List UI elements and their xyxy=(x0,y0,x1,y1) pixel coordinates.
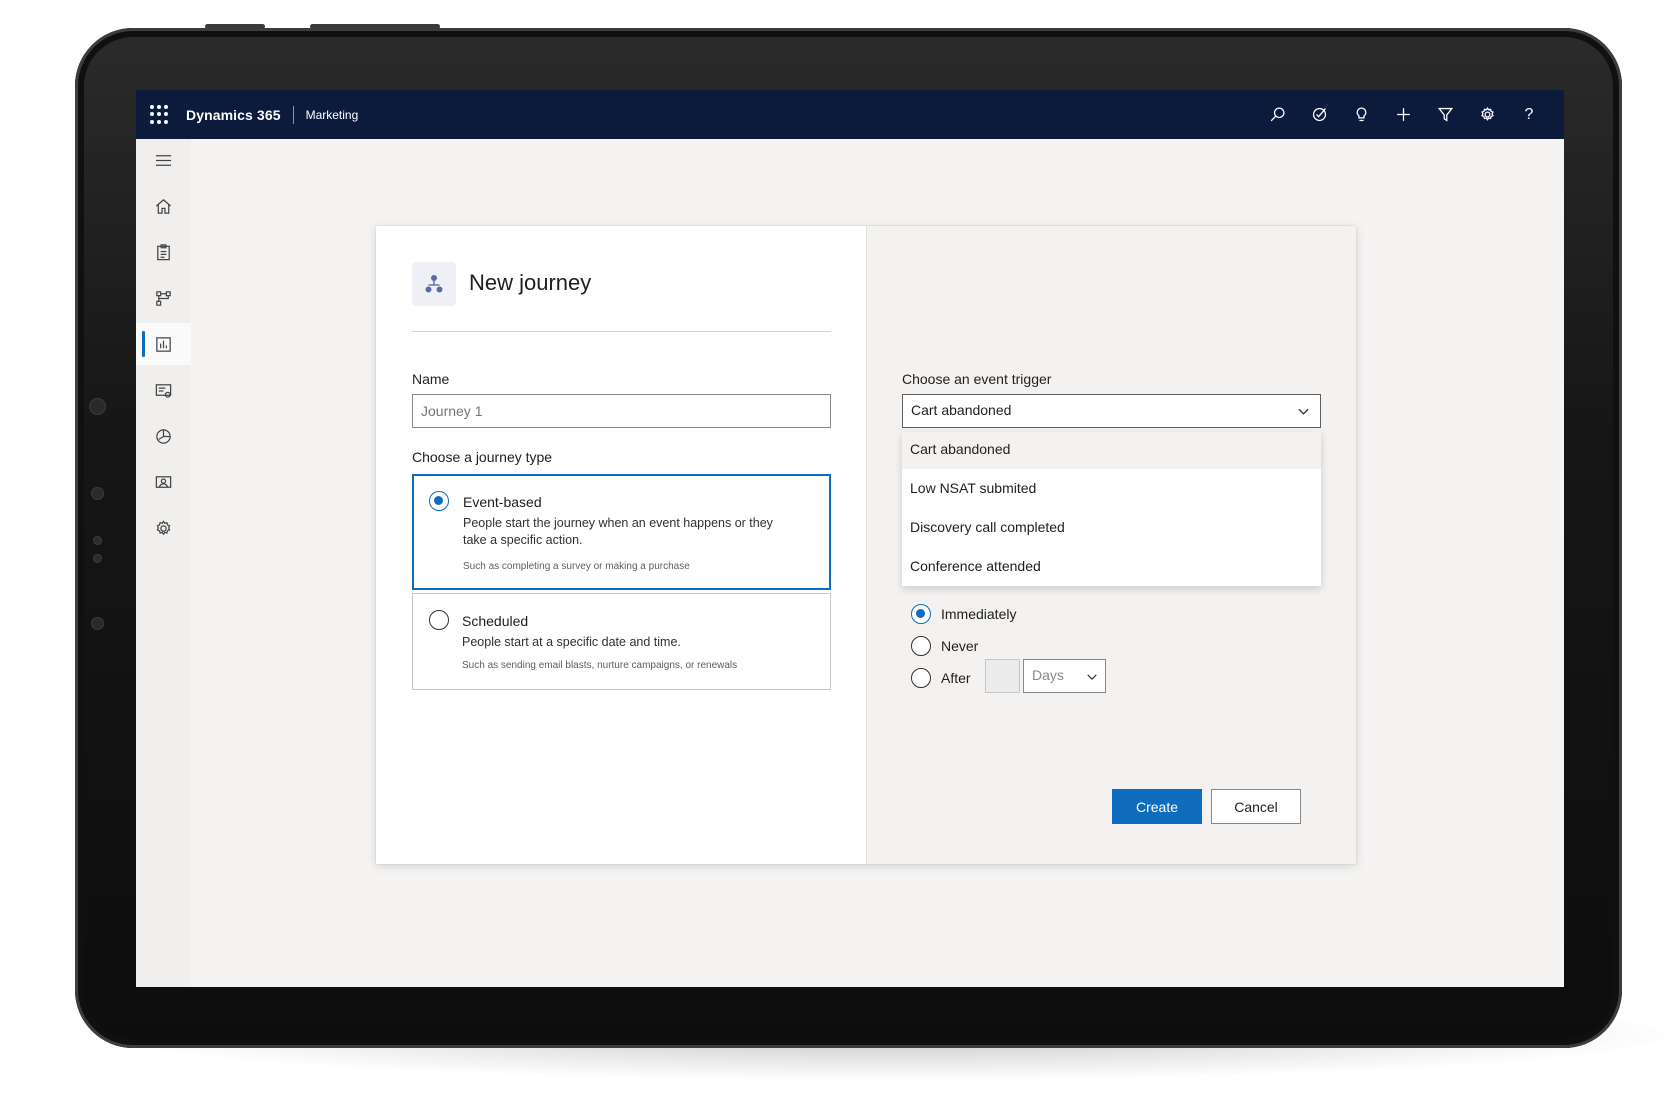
event-based-description: People start the journey when an event h… xyxy=(463,516,773,547)
timing-after[interactable]: After xyxy=(911,666,971,690)
trigger-settings-pane: Choose an event trigger Cart abandoned C… xyxy=(866,226,1356,864)
flow-icon[interactable] xyxy=(136,277,191,319)
event-trigger-select[interactable]: Cart abandoned xyxy=(902,394,1321,428)
event-trigger-label: Choose an event trigger xyxy=(902,371,1052,387)
journey-icon xyxy=(412,262,456,306)
immediately-radio[interactable] xyxy=(911,604,931,624)
chevron-down-icon xyxy=(1298,408,1309,415)
device-sensor xyxy=(93,536,102,545)
new-journey-dialog: New journey Name Choose a journey type E… xyxy=(376,226,1356,864)
create-button[interactable]: Create xyxy=(1112,789,1202,824)
scheduled-note: Such as sending email blasts, nurture ca… xyxy=(462,660,738,671)
event-based-radio[interactable] xyxy=(429,491,449,511)
journey-details-pane: New journey Name Choose a journey type E… xyxy=(376,226,866,864)
chevron-down-icon xyxy=(1087,674,1097,680)
after-amount-input[interactable] xyxy=(985,659,1020,693)
dashboard-icon[interactable] xyxy=(136,323,191,365)
scheduled-radio[interactable] xyxy=(429,610,449,630)
dropdown-option[interactable]: Low NSAT submited xyxy=(902,471,1321,508)
journey-name-input[interactable] xyxy=(412,394,831,428)
task-icon[interactable] xyxy=(1298,90,1340,139)
home-icon[interactable] xyxy=(136,185,191,227)
dialog-title: New journey xyxy=(469,270,592,295)
menu-icon[interactable] xyxy=(136,139,191,181)
clipboard-icon[interactable] xyxy=(136,231,191,273)
content-icon[interactable] xyxy=(136,369,191,411)
scheduled-description: People start at a specific date and time… xyxy=(462,635,681,649)
journey-type-scheduled[interactable]: Scheduled People start at a specific dat… xyxy=(412,593,831,690)
segments-icon[interactable] xyxy=(136,415,191,457)
event-trigger-dropdown: Cart abandoned Low NSAT submited Discove… xyxy=(902,432,1321,586)
app-header: Dynamics 365 Marketing ? xyxy=(136,90,1564,139)
event-based-title: Event-based xyxy=(463,494,542,510)
journey-type-event-based[interactable]: Event-based People start the journey whe… xyxy=(412,474,831,590)
header-divider xyxy=(292,105,294,124)
never-label: Never xyxy=(941,638,979,654)
after-label: After xyxy=(941,670,971,686)
event-based-note: Such as completing a survey or making a … xyxy=(463,561,690,572)
header-actions: ? xyxy=(1256,90,1550,139)
lightbulb-icon[interactable] xyxy=(1340,90,1382,139)
contacts-icon[interactable] xyxy=(136,461,191,503)
dropdown-option[interactable]: Conference attended xyxy=(902,549,1321,586)
settings-icon[interactable] xyxy=(136,507,191,549)
scheduled-title: Scheduled xyxy=(462,613,529,629)
search-icon[interactable] xyxy=(1256,90,1298,139)
screen: Dynamics 365 Marketing ? New journey Nam… xyxy=(136,90,1564,987)
dropdown-option[interactable]: Cart abandoned xyxy=(902,432,1321,469)
device-button xyxy=(205,24,265,29)
add-icon[interactable] xyxy=(1382,90,1424,139)
filter-icon[interactable] xyxy=(1424,90,1466,139)
app-brand[interactable]: Dynamics 365 xyxy=(186,107,281,123)
help-glyph: ? xyxy=(1524,105,1534,123)
header-divider xyxy=(412,331,831,332)
journey-type-label: Choose a journey type xyxy=(412,449,553,465)
help-icon[interactable]: ? xyxy=(1508,90,1550,139)
app-launcher-icon[interactable] xyxy=(150,104,170,125)
timing-never[interactable]: Never xyxy=(911,634,978,658)
never-radio[interactable] xyxy=(911,636,931,656)
device-sensor xyxy=(93,554,102,563)
cancel-button[interactable]: Cancel xyxy=(1211,789,1301,824)
after-unit-value: Days xyxy=(1032,667,1064,683)
left-navigation-rail xyxy=(136,139,191,987)
name-label: Name xyxy=(412,371,450,387)
after-radio[interactable] xyxy=(911,668,931,688)
app-module-name[interactable]: Marketing xyxy=(306,108,359,122)
device-sensor xyxy=(91,617,104,630)
device-camera xyxy=(89,398,106,415)
after-unit-select[interactable]: Days xyxy=(1023,659,1106,693)
dropdown-option[interactable]: Discovery call completed xyxy=(902,510,1321,547)
event-trigger-value: Cart abandoned xyxy=(911,402,1012,418)
immediately-label: Immediately xyxy=(941,606,1017,622)
device-sensor xyxy=(91,487,104,500)
settings-icon[interactable] xyxy=(1466,90,1508,139)
device-button xyxy=(310,24,440,29)
timing-immediately[interactable]: Immediately xyxy=(911,602,1016,626)
